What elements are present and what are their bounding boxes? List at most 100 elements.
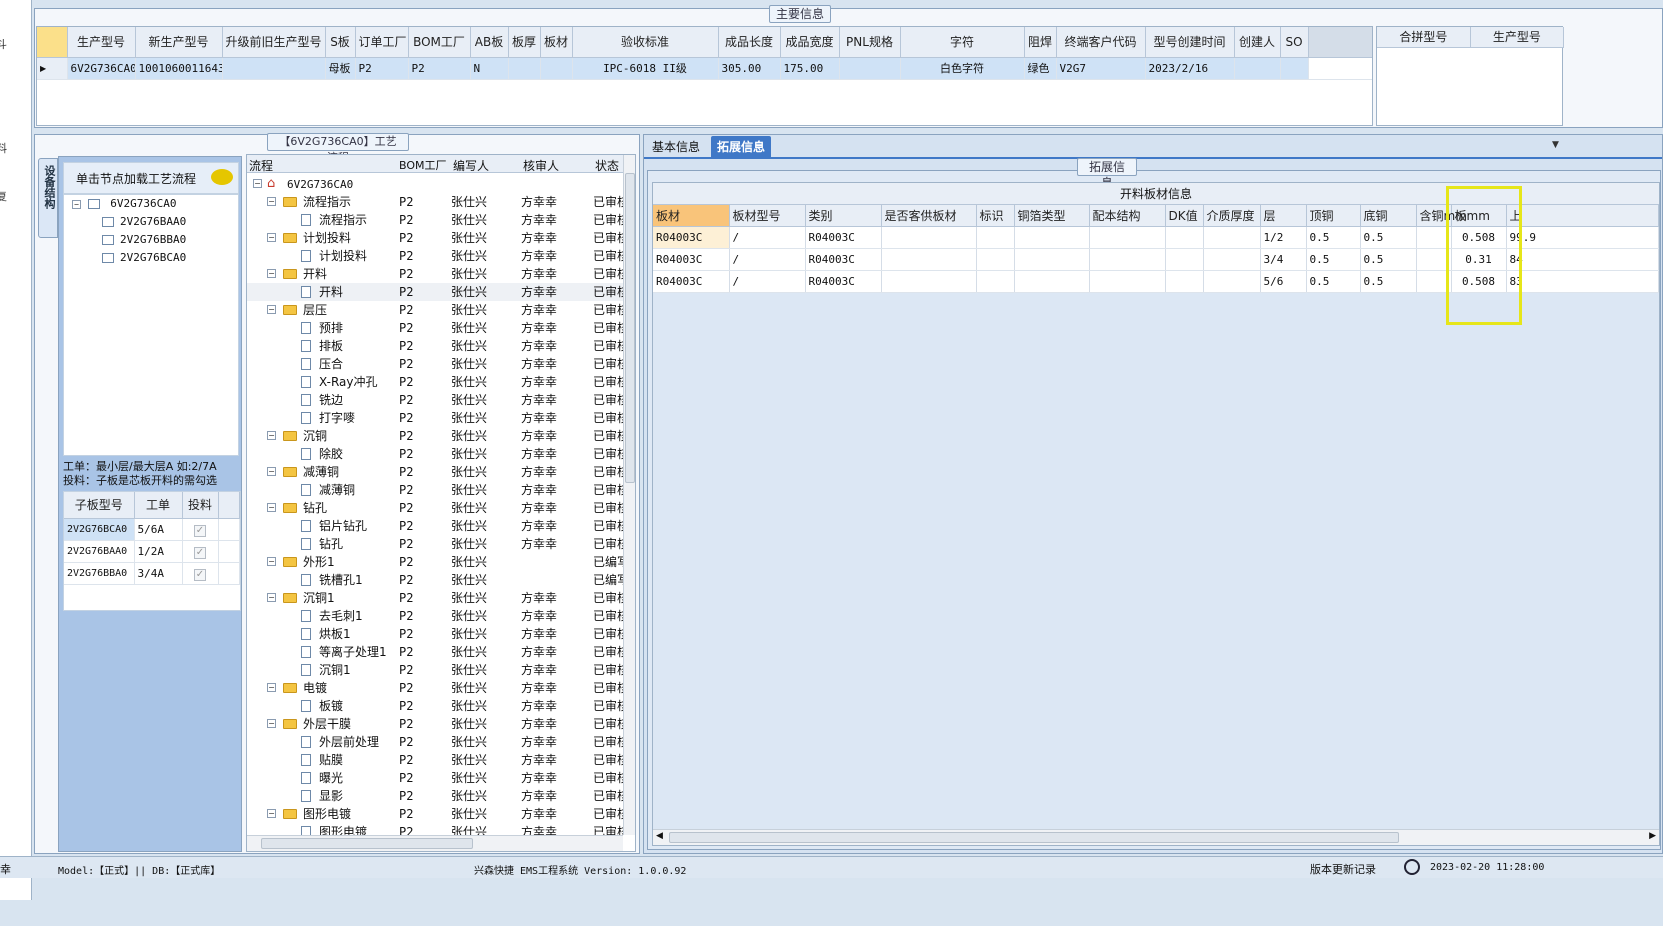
- material-cell[interactable]: [1014, 226, 1090, 249]
- main-cell[interactable]: [540, 57, 573, 80]
- material-cell[interactable]: R04003C: [805, 226, 882, 249]
- flow-step-row[interactable]: 压合 P2 张仕兴 方幸幸 已审核: [247, 355, 635, 373]
- scroll-thumb[interactable]: [625, 173, 635, 483]
- version-history-link[interactable]: 版本更新记录: [1310, 861, 1376, 877]
- main-cell[interactable]: [508, 57, 541, 80]
- main-cell[interactable]: V2G7: [1056, 57, 1146, 80]
- flow-group-row[interactable]: − 计划投料 P2 张仕兴 方幸幸 已审核: [247, 229, 635, 247]
- flow-group-row[interactable]: − 外形1 P2 张仕兴 已编写: [247, 553, 635, 571]
- material-col-header[interactable]: 介质厚度: [1203, 205, 1261, 227]
- collapse-icon[interactable]: −: [267, 503, 276, 512]
- material-col-header[interactable]: 类别: [805, 205, 882, 227]
- material-cell[interactable]: [881, 226, 977, 249]
- flow-step-row[interactable]: 沉铜1 P2 张仕兴 方幸幸 已审核: [247, 661, 635, 679]
- main-col-header[interactable]: 终端客户代码: [1056, 27, 1146, 58]
- collapse-icon[interactable]: −: [267, 467, 276, 476]
- material-cell[interactable]: /: [729, 248, 806, 271]
- flow-step-row[interactable]: 减薄铜 P2 张仕兴 方幸幸 已审核: [247, 481, 635, 499]
- main-cell[interactable]: N: [470, 57, 509, 80]
- material-cell[interactable]: [1014, 248, 1090, 271]
- tab-basic-info[interactable]: 基本信息: [646, 136, 706, 158]
- collapse-icon[interactable]: −: [267, 197, 276, 206]
- material-cell[interactable]: [1089, 248, 1166, 271]
- main-cell[interactable]: 10010600116431: [135, 57, 223, 80]
- flow-col-header[interactable]: 流程: [249, 157, 273, 174]
- flow-step-row[interactable]: 铣槽孔1 P2 张仕兴 已编写: [247, 571, 635, 589]
- material-col-header[interactable]: DK值: [1165, 205, 1204, 227]
- material-col-header[interactable]: 标识: [976, 205, 1015, 227]
- main-col-header[interactable]: 成品长度: [718, 27, 781, 58]
- flow-step-row[interactable]: 钻孔 P2 张仕兴 方幸幸 已审核: [247, 535, 635, 553]
- feed-checkbox[interactable]: ✓: [194, 568, 206, 581]
- material-cell[interactable]: [1165, 270, 1204, 293]
- flow-col-header[interactable]: 核审人: [523, 157, 559, 174]
- main-cell[interactable]: IPC-6018 II级: [572, 57, 719, 80]
- main-cell[interactable]: 母板: [325, 57, 356, 80]
- flow-step-row[interactable]: 贴膜 P2 张仕兴 方幸幸 已审核: [247, 751, 635, 769]
- main-cell[interactable]: 6V2G736CA0: [67, 57, 136, 80]
- flow-col-header[interactable]: 编写人: [453, 157, 489, 174]
- material-cell[interactable]: [1165, 226, 1204, 249]
- collapse-icon[interactable]: −: [267, 233, 276, 242]
- material-col-header[interactable]: 顶铜: [1306, 205, 1361, 227]
- main-col-header[interactable]: 成品宽度: [780, 27, 840, 58]
- material-cell[interactable]: R04003C: [653, 226, 730, 249]
- merge-col-header[interactable]: 生产型号: [1470, 27, 1565, 48]
- collapse-icon[interactable]: −: [267, 557, 276, 566]
- material-cell[interactable]: R04003C: [653, 270, 730, 293]
- collapse-icon[interactable]: −: [267, 593, 276, 602]
- main-col-header[interactable]: 字符: [900, 27, 1025, 58]
- table-row[interactable]: ▶ 6V2G736CA0 10010600116431 母板 P2 P2 N IPC-6018…: [37, 57, 1372, 80]
- material-cell[interactable]: [881, 248, 977, 271]
- main-cell[interactable]: 白色字符: [900, 57, 1025, 80]
- material-cell[interactable]: 99.9: [1506, 226, 1659, 249]
- material-col-header[interactable]: 是否客供板材: [881, 205, 977, 227]
- material-cell[interactable]: [1203, 226, 1261, 249]
- main-cell[interactable]: [222, 57, 326, 80]
- feed-checkbox[interactable]: ✓: [194, 524, 206, 537]
- main-col-header[interactable]: BOM工厂: [408, 27, 471, 58]
- collapse-icon[interactable]: −: [267, 809, 276, 818]
- scroll-thumb[interactable]: [669, 832, 1399, 843]
- main-col-header[interactable]: 阻焊: [1024, 27, 1057, 58]
- material-cell[interactable]: [1014, 270, 1090, 293]
- flow-group-row[interactable]: − 图形电镀 P2 张仕兴 方幸幸 已审核: [247, 805, 635, 823]
- material-cell[interactable]: 0.5: [1306, 270, 1361, 293]
- flow-group-row[interactable]: − 沉铜1 P2 张仕兴 方幸幸 已审核: [247, 589, 635, 607]
- flow-group-row[interactable]: − 外层干膜 P2 张仕兴 方幸幸 已审核: [247, 715, 635, 733]
- table-row[interactable]: 2V2G76BCA0 5/6A ✓: [64, 518, 240, 541]
- collapse-icon[interactable]: −: [267, 269, 276, 278]
- flow-step-row[interactable]: 等离子处理1 P2 张仕兴 方幸幸 已审核: [247, 643, 635, 661]
- material-cell[interactable]: [1203, 248, 1261, 271]
- tree-root-node[interactable]: − 6V2G736CA0: [72, 197, 176, 210]
- flow-group-row[interactable]: − 电镀 P2 张仕兴 方幸幸 已审核: [247, 679, 635, 697]
- main-col-header[interactable]: 验收标准: [572, 27, 719, 58]
- collapse-icon[interactable]: −: [253, 179, 262, 188]
- sub-order[interactable]: 3/4A: [134, 562, 183, 585]
- flow-step-row[interactable]: 铣边 P2 张仕兴 方幸幸 已审核: [247, 391, 635, 409]
- main-col-header[interactable]: S板: [325, 27, 356, 58]
- scroll-thumb[interactable]: [261, 838, 473, 849]
- table-row[interactable]: 2V2G76BAA0 1/2A ✓: [64, 540, 240, 563]
- main-cell[interactable]: 305.00: [718, 57, 781, 80]
- flow-step-row[interactable]: 计划投料 P2 张仕兴 方幸幸 已审核: [247, 247, 635, 265]
- material-horizontal-scrollbar[interactable]: ◀ ▶: [653, 829, 1659, 845]
- material-col-header[interactable]: 上: [1506, 205, 1659, 227]
- collapse-icon[interactable]: −: [267, 719, 276, 728]
- flow-step-row[interactable]: 外层前处理 P2 张仕兴 方幸幸 已审核: [247, 733, 635, 751]
- flow-group-row[interactable]: − 沉铜 P2 张仕兴 方幸幸 已审核: [247, 427, 635, 445]
- main-cell[interactable]: 绿色: [1024, 57, 1057, 80]
- main-cell[interactable]: P2: [408, 57, 471, 80]
- tab-dropdown-icon[interactable]: ▼: [1552, 140, 1559, 150]
- material-cell[interactable]: [1203, 270, 1261, 293]
- material-col-header[interactable]: 板材: [653, 205, 730, 227]
- main-col-header[interactable]: 板材: [540, 27, 573, 58]
- material-col-header[interactable]: 铜箔类型: [1014, 205, 1090, 227]
- material-cell[interactable]: 3/4: [1260, 248, 1307, 271]
- flow-step-row[interactable]: 烘板1 P2 张仕兴 方幸幸 已审核: [247, 625, 635, 643]
- flow-step-row[interactable]: 开料 P2 张仕兴 方幸幸 已审核: [247, 283, 635, 301]
- material-cell[interactable]: [1089, 270, 1166, 293]
- main-col-header[interactable]: PNL规格: [839, 27, 901, 58]
- collapse-icon[interactable]: −: [72, 199, 81, 209]
- flow-step-row[interactable]: 铝片钻孔 P2 张仕兴 方幸幸 已审核: [247, 517, 635, 535]
